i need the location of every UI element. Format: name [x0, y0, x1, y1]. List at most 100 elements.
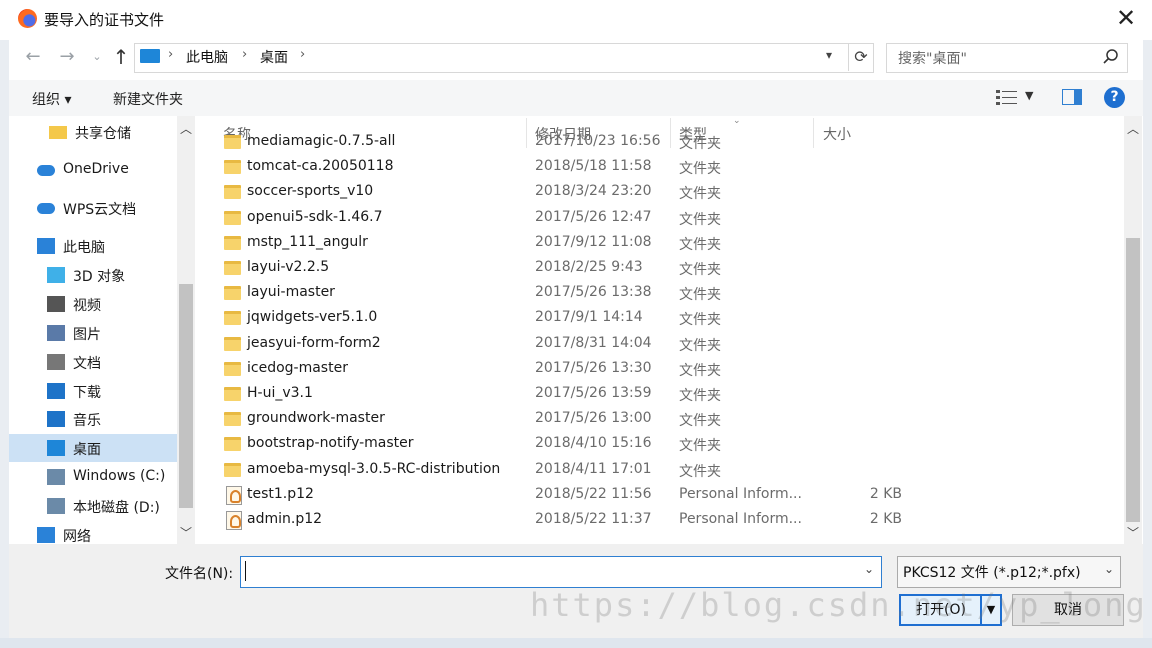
- file-row[interactable]: admin.p12 2018/5/22 11:37 Personal Inform.…: [196, 508, 1124, 533]
- certificate-file-icon: [226, 511, 242, 530]
- view-dropdown-icon[interactable]: ▼: [1025, 89, 1033, 102]
- file-name: mediamagic-0.7.5-all: [247, 133, 396, 149]
- sidebar-item-label: 文档: [73, 356, 101, 372]
- download-icon: [47, 383, 65, 399]
- file-list-scrollbar-thumb[interactable]: [1126, 238, 1140, 522]
- sidebar-item-label: Windows (C:): [73, 468, 166, 484]
- sidebar-item[interactable]: 桌面: [9, 434, 177, 462]
- file-name: mstp_111_angulr: [247, 233, 368, 250]
- file-type: 文件夹: [679, 362, 721, 379]
- folder-icon: [224, 135, 241, 149]
- sidebar-item[interactable]: 3D 对象: [9, 261, 177, 289]
- refresh-icon[interactable]: ⟳: [848, 43, 873, 71]
- new-folder-button[interactable]: 新建文件夹: [113, 89, 183, 109]
- breadcrumb-chevron-icon[interactable]: ›: [300, 47, 305, 62]
- sidebar-item[interactable]: 共享仓储: [9, 118, 177, 146]
- title-bar: [0, 0, 1152, 38]
- file-name: openui5-sdk-1.46.7: [247, 208, 383, 225]
- file-name: jqwidgets-ver5.1.0: [247, 309, 378, 326]
- file-date: 2017/5/26 13:59: [535, 385, 652, 401]
- folder-icon: [224, 185, 241, 200]
- preview-pane-icon[interactable]: [1062, 89, 1082, 105]
- sidebar-item[interactable]: OneDrive: [9, 156, 177, 184]
- file-row[interactable]: openui5-sdk-1.46.7 2017/5/26 12:47 文件夹: [196, 206, 1124, 231]
- view-options-icon[interactable]: [995, 88, 1019, 106]
- file-type: 文件夹: [679, 312, 721, 329]
- address-dropdown-icon[interactable]: ▾: [826, 48, 832, 62]
- back-arrow-icon[interactable]: ←: [22, 44, 44, 70]
- sidebar-item[interactable]: 此电脑: [9, 232, 177, 260]
- file-date: 2017/9/12 11:08: [535, 233, 652, 250]
- file-date: 2017/5/26 12:47: [535, 208, 652, 225]
- scroll-up-icon[interactable]: ︿: [1124, 120, 1142, 137]
- scroll-down-icon[interactable]: ﹀: [177, 524, 195, 541]
- sidebar-item-label: WPS云文档: [63, 202, 137, 218]
- file-row[interactable]: jeasyui-form-form2 2017/8/31 14:04 文件夹: [196, 332, 1124, 357]
- sidebar-item[interactable]: 网络: [9, 521, 177, 544]
- sidebar-item[interactable]: 下载: [9, 377, 177, 405]
- help-icon[interactable]: ?: [1104, 87, 1125, 108]
- background-window-edge: [0, 40, 9, 648]
- breadcrumb-chevron-icon[interactable]: ›: [242, 47, 247, 62]
- file-date: 2017/5/26 13:38: [535, 284, 652, 301]
- up-arrow-icon[interactable]: ↑: [110, 44, 132, 70]
- breadcrumb-desktop[interactable]: 桌面: [260, 47, 288, 67]
- sidebar-item[interactable]: Windows (C:): [9, 463, 177, 491]
- file-row[interactable]: H-ui_v3.1 2017/5/26 13:59 文件夹: [196, 382, 1124, 407]
- file-row[interactable]: layui-v2.2.5 2018/2/25 9:43 文件夹: [196, 256, 1124, 281]
- file-row[interactable]: layui-master 2017/5/26 13:38 文件夹: [196, 281, 1124, 306]
- recent-locations-chevron-icon[interactable]: ⌄: [86, 44, 108, 70]
- scroll-down-icon[interactable]: ﹀: [1124, 524, 1142, 541]
- certificate-file-icon: [226, 485, 242, 505]
- folder-icon: [224, 286, 241, 301]
- close-icon[interactable]: ✕: [1112, 4, 1140, 32]
- cloud-icon: [37, 165, 55, 176]
- filter-dropdown-icon[interactable]: ⌄: [1104, 562, 1114, 576]
- file-row[interactable]: jqwidgets-ver5.1.0 2017/9/1 14:14 文件夹: [196, 306, 1124, 331]
- desktop-icon: [47, 440, 65, 456]
- sidebar-item-label: 音乐: [73, 413, 101, 429]
- sidebar-item-label: 桌面: [73, 442, 101, 458]
- filename-dropdown-icon[interactable]: ⌄: [864, 562, 874, 576]
- sidebar-item[interactable]: 视频: [9, 290, 177, 318]
- sidebar-item[interactable]: 文档: [9, 348, 177, 376]
- file-type: 文件夹: [679, 161, 721, 178]
- file-row[interactable]: groundwork-master 2017/5/26 13:00 文件夹: [196, 407, 1124, 432]
- breadcrumb-chevron-icon[interactable]: ›: [168, 47, 173, 62]
- drive-icon: [47, 469, 65, 485]
- sidebar-item[interactable]: 图片: [9, 319, 177, 347]
- file-row[interactable]: bootstrap-notify-master 2018/4/10 15:16 文件…: [196, 432, 1124, 457]
- folder-icon: [224, 361, 241, 376]
- file-name: admin.p12: [247, 511, 323, 527]
- navigation-pane: 共享仓储 OneDrive WPS云文档此电脑 3D 对象 视频图片文档下载音乐桌面 Wi…: [9, 116, 195, 544]
- computer-icon: [140, 49, 160, 63]
- file-row[interactable]: icedog-master 2017/5/26 13:30 文件夹: [196, 357, 1124, 382]
- file-row[interactable]: tomcat-ca.20050118 2018/5/18 11:58 文件夹: [196, 155, 1124, 180]
- organize-button[interactable]: 组织 ▾: [32, 89, 71, 109]
- file-row[interactable]: test1.p12 2018/5/22 11:56 Personal Inform.…: [196, 483, 1124, 508]
- search-icon[interactable]: [1100, 46, 1122, 68]
- sidebar-item[interactable]: 本地磁盘 (D:): [9, 492, 177, 520]
- file-type: 文件夹: [679, 136, 721, 152]
- file-row[interactable]: mstp_111_angulr 2017/9/12 11:08 文件夹: [196, 231, 1124, 256]
- nav-scrollbar-thumb[interactable]: [179, 284, 193, 508]
- file-row[interactable]: amoeba-mysql-3.0.5-RC-distribution 2018/4…: [196, 458, 1124, 483]
- sidebar-item[interactable]: 音乐: [9, 405, 177, 433]
- file-date: 2018/3/24 23:20: [535, 183, 652, 200]
- sidebar-item-label: 图片: [73, 327, 101, 343]
- filename-input[interactable]: [240, 556, 882, 588]
- file-row[interactable]: soccer-sports_v10 2018/3/24 23:20 文件夹: [196, 180, 1124, 205]
- file-name: groundwork-master: [247, 410, 385, 427]
- breadcrumb-this-pc[interactable]: 此电脑: [186, 47, 228, 67]
- file-row[interactable]: mediamagic-0.7.5-all 2017/10/23 16:56 文件夹: [196, 130, 1124, 155]
- file-name: bootstrap-notify-master: [247, 435, 414, 452]
- cube-icon: [47, 267, 65, 283]
- window-title: 要导入的证书文件: [44, 11, 165, 29]
- sidebar-item[interactable]: WPS云文档: [9, 194, 177, 222]
- file-date: 2017/9/1 14:14: [535, 309, 643, 326]
- forward-arrow-icon[interactable]: →: [56, 44, 78, 70]
- drive-icon: [47, 498, 65, 514]
- file-name: jeasyui-form-form2: [247, 334, 381, 351]
- folder-icon: [224, 210, 241, 225]
- scroll-up-icon[interactable]: ︿: [177, 120, 195, 137]
